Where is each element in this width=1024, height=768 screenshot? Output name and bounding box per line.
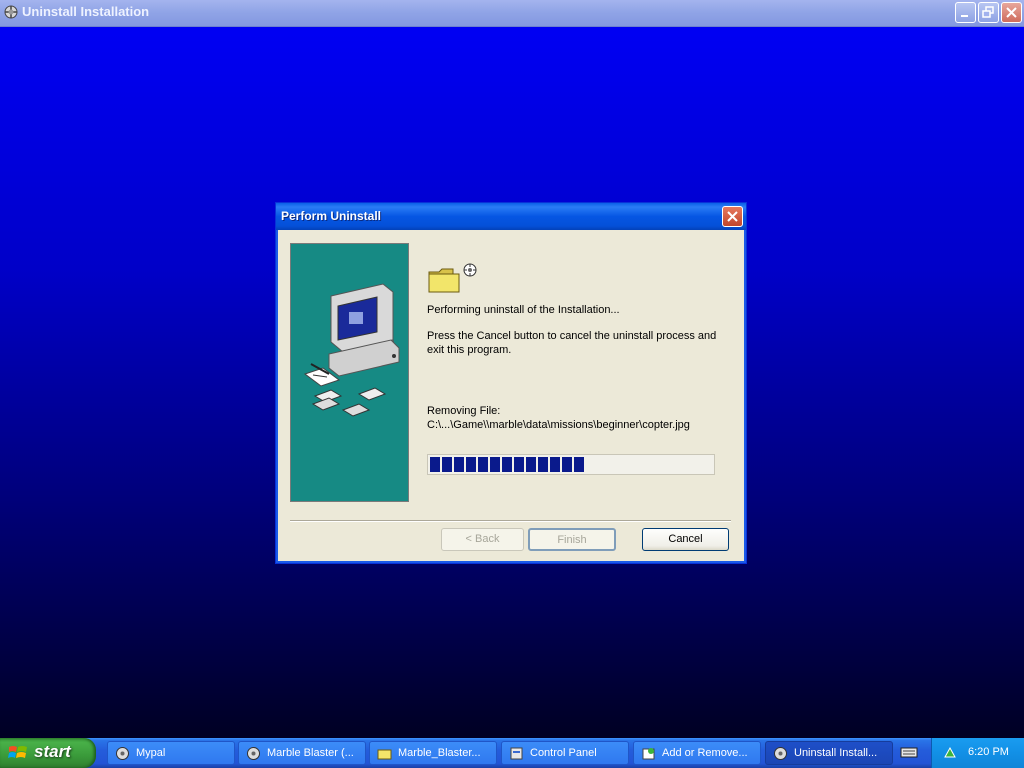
restore-icon: [982, 6, 994, 18]
removing-file-label: Removing File:: [427, 405, 501, 417]
taskbar-button-label: Marble Blaster (...: [267, 747, 354, 759]
keyboard-icon[interactable]: [900, 744, 918, 760]
progress-block: [430, 457, 440, 472]
taskbar-button[interactable]: Add or Remove...: [633, 741, 761, 765]
cancel-button[interactable]: Cancel: [642, 528, 729, 551]
progress-block: [514, 457, 524, 472]
status-text: Performing uninstall of the Installation…: [427, 304, 620, 316]
progress-block: [526, 457, 536, 472]
instructions-line-1: Press the Cancel button to cancel the un…: [427, 330, 717, 342]
main-window-title: Uninstall Installation: [22, 4, 150, 19]
app-icon: [116, 747, 129, 760]
taskbar-button-label: Mypal: [136, 747, 166, 759]
main-window-titlebar[interactable]: Uninstall Installation: [0, 0, 1024, 27]
progress-block: [502, 457, 512, 472]
dialog-titlebar[interactable]: Perform Uninstall: [276, 203, 746, 230]
progress-fill: [430, 457, 584, 472]
folder-icon: [377, 749, 392, 760]
instructions-line-2: exit this program.: [427, 344, 512, 356]
network-icon[interactable]: [942, 745, 958, 761]
taskbar-button[interactable]: Control Panel: [501, 741, 629, 765]
taskbar-button[interactable]: Marble_Blaster...: [369, 741, 497, 765]
close-button[interactable]: [1001, 2, 1022, 23]
wizard-side-image: [290, 243, 409, 502]
progress-block: [574, 457, 584, 472]
minimize-button[interactable]: [955, 2, 976, 23]
control-panel-icon: [510, 747, 523, 760]
taskbar-button-label: Marble_Blaster...: [398, 747, 481, 759]
add-remove-icon: [642, 748, 655, 760]
close-icon: [1006, 7, 1017, 18]
removing-file-path: C:\...\Game\\marble\data\missions\beginn…: [427, 419, 690, 431]
close-icon: [727, 211, 738, 222]
progress-block: [466, 457, 476, 472]
progress-block: [490, 457, 500, 472]
windows-logo-icon: [8, 746, 27, 758]
taskbar-button-label: Uninstall Install...: [794, 747, 878, 759]
progress-block: [538, 457, 548, 472]
progress-block: [442, 457, 452, 472]
progress-block: [478, 457, 488, 472]
dialog-title: Perform Uninstall: [281, 209, 382, 223]
app-icon: [247, 747, 260, 760]
taskbar-button-label: Control Panel: [530, 747, 597, 759]
dialog-body: Performing uninstall of the Installation…: [279, 230, 743, 560]
progress-block: [550, 457, 560, 472]
progress-block: [454, 457, 464, 472]
back-button[interactable]: < Back: [441, 528, 524, 551]
folder-icon: [428, 268, 460, 293]
perform-uninstall-dialog: Perform Uninstall Performing uninstall o…: [275, 202, 747, 564]
button-separator: [290, 520, 731, 522]
taskbar: start Mypal Marble Blaster (... Marble_Bla…: [0, 738, 1024, 768]
taskbar-button-label: Add or Remove...: [662, 747, 748, 759]
computer-with-disks-icon: [303, 283, 400, 417]
dialog-close-button[interactable]: [722, 206, 743, 227]
system-tray: 6:20 PM: [931, 738, 1024, 768]
progress-block: [562, 457, 572, 472]
installer-icon: [774, 747, 787, 760]
finish-button[interactable]: Finish: [528, 528, 616, 551]
minimize-icon: [961, 15, 968, 17]
uninstall-gear-icon: [463, 263, 477, 277]
restore-button[interactable]: [978, 2, 999, 23]
start-label: start: [34, 742, 71, 761]
taskbar-button[interactable]: Uninstall Install...: [765, 741, 893, 765]
clock[interactable]: 6:20 PM: [968, 746, 1009, 758]
taskbar-button[interactable]: Mypal: [107, 741, 235, 765]
taskbar-button[interactable]: Marble Blaster (...: [238, 741, 366, 765]
installer-icon: [4, 5, 18, 19]
progress-bar: [427, 454, 715, 475]
start-button[interactable]: start: [0, 738, 96, 768]
